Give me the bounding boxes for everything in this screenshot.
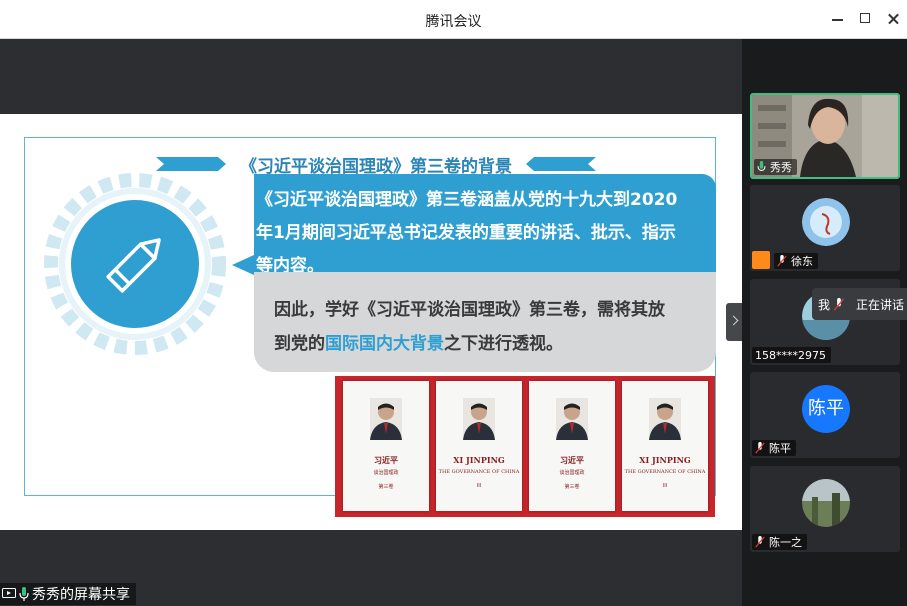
avatar: [802, 479, 850, 527]
speaking-status: 正在讲话: [856, 297, 905, 312]
book-cover: 习近平 谈治国理政 第三卷: [529, 381, 615, 511]
chevron-right-icon: [728, 315, 739, 326]
gray-text-box: 因此，学好《习近平谈治国理政》第三卷，需将其放 到党的国际国内大背景之下进行透视…: [254, 272, 716, 372]
book-title: 习近平: [560, 455, 584, 465]
microphone-icon: [757, 161, 766, 171]
participant-name-tag: 秀秀: [754, 159, 797, 175]
book-cover: 习近平 谈治国理政 第三卷: [343, 381, 429, 511]
participant-name: 陈平: [769, 442, 791, 455]
title-bar: 腾讯会议: [0, 0, 907, 39]
portrait-icon: [556, 398, 588, 440]
participant-name-tag: 158****2975: [752, 347, 831, 363]
screen-share-icon: [2, 588, 16, 598]
participant-name: 秀秀: [770, 161, 792, 174]
me-label: 我: [818, 297, 831, 312]
presentation-slide: 《习近平谈治国理政》第三卷的背景 《习近平谈治国理政》第三卷涵盖从党的十九大到2…: [0, 114, 742, 530]
callout-pointer: [232, 254, 256, 276]
participant-tile[interactable]: 陈一之: [750, 466, 900, 552]
portrait-icon: [370, 398, 402, 440]
book-volume: III: [476, 483, 482, 489]
books-image: 习近平 谈治国理政 第三卷 XI JINPING THE GOVERNANCE …: [335, 376, 715, 517]
book-volume: 第三卷: [564, 484, 580, 490]
book-subtitle: 谈治国理政: [559, 470, 585, 476]
book-volume: III: [662, 483, 668, 489]
microphone-icon: [19, 587, 29, 601]
book-subtitle: 谈治国理政: [373, 470, 399, 476]
book-subtitle: THE GOVERNANCE OF CHINA: [624, 469, 706, 475]
user-badge-icon: [752, 251, 770, 269]
participant-name-tag: 徐东: [774, 253, 818, 269]
gray-line-2-end: 之下进行透视。: [444, 334, 563, 354]
participant-name: 158****2975: [755, 348, 826, 362]
screen-share-label: 秀秀的屏幕共享: [0, 583, 136, 605]
highlight-text: 国际国内大背景: [325, 334, 444, 354]
screen-share-text: 秀秀的屏幕共享: [32, 587, 130, 603]
participant-tile[interactable]: 秀秀: [750, 93, 900, 179]
mic-muted-icon: [834, 297, 845, 310]
participant-name: 陈一之: [769, 536, 802, 549]
book-cover: XI JINPING THE GOVERNANCE OF CHINA III: [622, 381, 708, 511]
participant-name-tag: 陈平: [752, 440, 796, 456]
speaking-indicator: 我 正在讲话: [812, 288, 907, 320]
avatar: 陈平: [802, 385, 850, 433]
participant-name-tag: 陈一之: [752, 534, 807, 550]
blue-text-box: 《习近平谈治国理政》第三卷涵盖从党的十九大到2020 年1月期间习近平总书记发表…: [254, 174, 716, 284]
ribbon-right-icon: [526, 157, 596, 171]
portrait-icon: [649, 398, 681, 440]
participant-tile[interactable]: 陈平 陈平: [750, 372, 900, 458]
gray-line-1: 因此，学好《习近平谈治国理政》第三卷，需将其放: [274, 300, 665, 320]
window-title: 腾讯会议: [425, 14, 482, 30]
book-title: XI JINPING: [453, 455, 505, 465]
blue-line-2: 年1月期间习近平总书记发表的重要的讲话、批示、指示: [256, 223, 676, 243]
shared-screen-area[interactable]: 《习近平谈治国理政》第三卷的背景 《习近平谈治国理政》第三卷涵盖从党的十九大到2…: [0, 39, 742, 606]
minimize-button[interactable]: [827, 8, 849, 30]
maximize-button[interactable]: [855, 8, 877, 30]
gray-line-2: 到党的国际国内大背景之下进行透视。: [274, 327, 714, 361]
gear-pencil-icon: [44, 173, 226, 355]
book-subtitle: THE GOVERNANCE OF CHINA: [438, 469, 520, 475]
book-cover: XI JINPING THE GOVERNANCE OF CHINA III: [436, 381, 522, 511]
mic-muted-icon: [755, 442, 765, 454]
mic-muted-icon: [755, 536, 765, 548]
participant-name: 徐东: [791, 255, 813, 268]
gray-line-2-start: 到党的: [274, 334, 325, 354]
collapse-panel-button[interactable]: [726, 303, 742, 341]
book-volume: 第三卷: [378, 484, 394, 490]
book-title: XI JINPING: [639, 455, 691, 465]
close-button[interactable]: [883, 8, 905, 30]
mic-muted-icon: [777, 255, 787, 267]
participants-panel: 秀秀 徐东 158****2975 陈平 陈平 陈一之: [742, 39, 907, 606]
participant-tile[interactable]: 徐东: [750, 185, 900, 271]
avatar: [802, 198, 850, 246]
portrait-icon: [463, 398, 495, 440]
book-title: 习近平: [374, 455, 398, 465]
blue-line-1: 《习近平谈治国理政》第三卷涵盖从党的十九大到2020: [256, 190, 678, 210]
